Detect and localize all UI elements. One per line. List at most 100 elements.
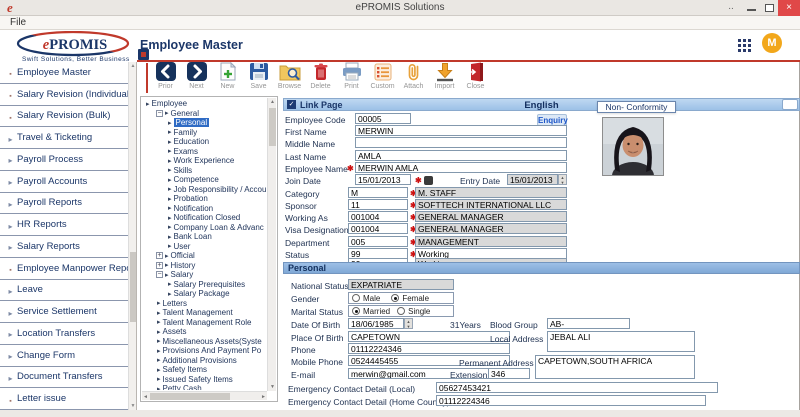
sidebar-item[interactable]: Letter issue bbox=[0, 388, 136, 410]
bar-right-button[interactable] bbox=[782, 99, 798, 110]
employee-code-input[interactable]: 00005 bbox=[355, 113, 411, 124]
tree-item[interactable]: Assets bbox=[143, 327, 266, 337]
delete-button[interactable]: Delete bbox=[307, 62, 334, 90]
tree-item[interactable]: Notification bbox=[143, 204, 266, 214]
place-of-birth-input[interactable]: CAPETOWN bbox=[348, 331, 510, 342]
tree-item[interactable]: Bank Loan bbox=[143, 232, 266, 242]
tree-item[interactable]: Probation bbox=[143, 194, 266, 204]
next-button[interactable]: Next bbox=[183, 62, 210, 90]
sidebar-item[interactable]: Travel & Ticketing bbox=[0, 127, 136, 149]
scroll-down-icon[interactable]: ▼ bbox=[129, 403, 137, 409]
tree-item[interactable]: Job Responsibility / Accou bbox=[143, 185, 266, 195]
sidebar-scrollbar[interactable]: ▲ ▼ bbox=[128, 62, 136, 410]
date-of-birth-input[interactable]: 18/06/1985 bbox=[348, 318, 404, 329]
close-button[interactable]: Close bbox=[462, 62, 489, 90]
emergency-home-input[interactable]: 01112224346 bbox=[436, 395, 706, 406]
tree-expander-icon[interactable]: − bbox=[156, 110, 163, 117]
attach-button[interactable]: Attach bbox=[400, 62, 427, 90]
sidebar-item[interactable]: Payroll Reports bbox=[0, 193, 136, 215]
tree-item[interactable]: − General bbox=[143, 109, 266, 119]
tree-vscroll-thumb[interactable] bbox=[269, 108, 276, 146]
marital-single-radio[interactable] bbox=[397, 307, 405, 315]
tree-item[interactable]: Letters bbox=[143, 299, 266, 309]
sidebar-item[interactable]: Salary Revision (Bulk) bbox=[0, 106, 136, 128]
sidebar-item[interactable]: Salary Reports bbox=[0, 236, 136, 258]
sidebar-item[interactable]: Leave bbox=[0, 280, 136, 302]
link-page-checkbox[interactable] bbox=[287, 100, 296, 109]
sidebar-item[interactable]: Employee Manpower Report bbox=[0, 258, 136, 280]
dob-spinner-icon[interactable] bbox=[404, 318, 413, 329]
sidebar-item[interactable]: Payroll Accounts bbox=[0, 171, 136, 193]
menu-file[interactable]: File bbox=[10, 16, 26, 29]
sponsor-code-input[interactable]: 11 bbox=[348, 199, 408, 210]
sidebar-scroll-thumb[interactable] bbox=[130, 252, 136, 322]
sidebar-item[interactable]: Salary Revision (Individual) bbox=[0, 84, 136, 106]
scroll-down-icon[interactable]: ▼ bbox=[268, 384, 277, 390]
save-button[interactable]: Save bbox=[245, 62, 272, 90]
scroll-up-icon[interactable]: ▲ bbox=[129, 63, 137, 69]
tree-item[interactable]: Issued Safety Items bbox=[143, 375, 266, 385]
tree-item[interactable]: Salary Prerequisites bbox=[143, 280, 266, 290]
minimize-icon[interactable] bbox=[747, 9, 756, 11]
gender-male-radio[interactable] bbox=[352, 294, 360, 302]
new-button[interactable]: New bbox=[214, 62, 241, 90]
panel-collapse-icon[interactable] bbox=[138, 49, 149, 60]
scroll-right-icon[interactable]: ► bbox=[261, 393, 266, 401]
middle-name-input[interactable] bbox=[355, 137, 567, 148]
import-button[interactable]: Import bbox=[431, 62, 458, 90]
tree-item[interactable]: User bbox=[143, 242, 266, 252]
extension-input[interactable]: 346 bbox=[488, 368, 530, 379]
tree-item[interactable]: Personal bbox=[143, 118, 266, 128]
custom-button[interactable]: Custom bbox=[369, 62, 396, 90]
tree-item[interactable]: Notification Closed bbox=[143, 213, 266, 223]
blood-group-input[interactable]: AB- bbox=[547, 318, 630, 329]
tree-item[interactable]: Safety Items bbox=[143, 365, 266, 375]
join-date-input[interactable]: 15/01/2013 bbox=[355, 174, 411, 185]
browse-button[interactable]: Browse bbox=[276, 62, 303, 90]
tree-item[interactable]: Talent Management bbox=[143, 308, 266, 318]
tree-item[interactable]: Skills bbox=[143, 166, 266, 176]
visa-designation-code-input[interactable]: 001004 bbox=[348, 223, 408, 234]
working-as-code-input[interactable]: 001004 bbox=[348, 211, 408, 222]
tree-vertical-scrollbar[interactable]: ▲ ▼ bbox=[267, 98, 276, 391]
tree-item[interactable]: Work Experience bbox=[143, 156, 266, 166]
tree-item[interactable]: Salary Package bbox=[143, 289, 266, 299]
tree-item[interactable]: + History bbox=[143, 261, 266, 271]
gender-female-radio[interactable] bbox=[391, 294, 399, 302]
tree-expander-icon[interactable]: + bbox=[156, 262, 163, 269]
calendar-icon[interactable] bbox=[424, 176, 433, 185]
tree-item[interactable]: Talent Management Role bbox=[143, 318, 266, 328]
permanent-address-input[interactable]: CAPETOWN,SOUTH AFRICA bbox=[535, 355, 695, 379]
sidebar-item[interactable]: Location Transfers bbox=[0, 323, 136, 345]
local-address-input[interactable]: JEBAL ALI bbox=[547, 331, 695, 352]
tree-item[interactable]: + Official bbox=[143, 251, 266, 261]
tree-hscroll-thumb[interactable] bbox=[150, 393, 230, 400]
tree-item[interactable]: Provisions And Payment Po bbox=[143, 346, 266, 356]
prior-button[interactable]: Prior bbox=[152, 62, 179, 90]
sidebar-item[interactable]: Payroll Process bbox=[0, 149, 136, 171]
tree-expander-icon[interactable]: + bbox=[156, 252, 163, 259]
tree-item[interactable]: Employee bbox=[143, 99, 266, 109]
last-name-input[interactable]: AMLA bbox=[355, 150, 567, 161]
tree-item[interactable]: Petty Cash bbox=[143, 384, 266, 390]
apps-grid-icon[interactable] bbox=[738, 39, 751, 57]
close-window-icon[interactable]: × bbox=[778, 0, 800, 16]
phone-input[interactable]: 01112224346 bbox=[348, 343, 510, 354]
sidebar-item[interactable]: Employee Master bbox=[0, 62, 136, 84]
maximize-icon[interactable] bbox=[765, 4, 774, 12]
tree-item[interactable]: Family bbox=[143, 128, 266, 138]
entry-date-input[interactable]: 15/01/2013 bbox=[507, 174, 558, 185]
category-code-input[interactable]: M bbox=[348, 187, 408, 198]
scroll-left-icon[interactable]: ◄ bbox=[143, 393, 148, 401]
non-conformity-button[interactable]: Non- Conformity bbox=[597, 101, 676, 113]
tree-item[interactable]: Company Loan & Advanc bbox=[143, 223, 266, 233]
tree-item[interactable]: Exams bbox=[143, 147, 266, 157]
tree-item[interactable]: − Salary bbox=[143, 270, 266, 280]
tree-horizontal-scrollbar[interactable]: ◄ ► bbox=[142, 391, 267, 400]
sidebar-item[interactable]: HR Reports bbox=[0, 214, 136, 236]
department-code-input[interactable]: 005 bbox=[348, 236, 408, 247]
user-avatar[interactable]: M bbox=[762, 33, 782, 53]
scroll-up-icon[interactable]: ▲ bbox=[268, 99, 277, 105]
employee-name-input[interactable]: MERWIN AMLA bbox=[355, 162, 567, 173]
sidebar-item[interactable]: Service Settlement bbox=[0, 301, 136, 323]
